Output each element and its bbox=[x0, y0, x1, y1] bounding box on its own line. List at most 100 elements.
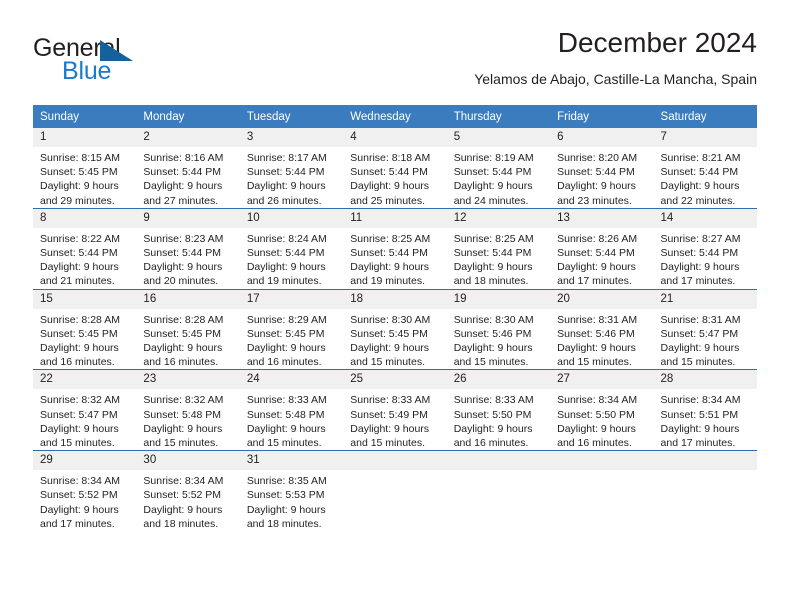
day-number: 1 bbox=[33, 128, 137, 147]
daylight-text-line1: Daylight: 9 hours bbox=[660, 180, 740, 193]
daylight-text-line1: Daylight: 9 hours bbox=[350, 261, 430, 274]
day-number: 10 bbox=[239, 208, 344, 228]
day-details: Sunrise: 8:33 AM Sunset: 5:50 PM Daylight:… bbox=[447, 389, 550, 450]
sunset-text: Sunset: 5:49 PM bbox=[350, 408, 428, 421]
day-cell[interactable]: 5 Sunrise: 8:19 AM Sunset: 5:44 PM Daylight… bbox=[446, 128, 551, 208]
daylight-text-line1: Daylight: 9 hours bbox=[143, 180, 223, 193]
daylight-text-line2: and 16 minutes. bbox=[453, 437, 529, 450]
day-number: 4 bbox=[343, 128, 447, 147]
general-blue-logo[interactable]: General Blue bbox=[33, 26, 223, 88]
daylight-text-line1: Daylight: 9 hours bbox=[246, 422, 326, 435]
day-cell[interactable]: 26 Sunrise: 8:33 AM Sunset: 5:50 PM Dayligh… bbox=[446, 369, 551, 451]
sunrise-text: Sunrise: 8:30 AM bbox=[453, 313, 534, 326]
daylight-text-line2: and 18 minutes. bbox=[143, 517, 219, 530]
sunrise-sunset-calendar: Sunday Monday Tuesday Wednesday Thursday… bbox=[33, 105, 757, 532]
day-details: Sunrise: 8:16 AM Sunset: 5:44 PM Daylight:… bbox=[136, 147, 239, 208]
day-cell[interactable]: 29 Sunrise: 8:34 AM Sunset: 5:52 PM Dayligh… bbox=[33, 450, 137, 532]
day-cell[interactable]: 16 Sunrise: 8:28 AM Sunset: 5:45 PM Dayligh… bbox=[136, 288, 240, 370]
day-cell[interactable]: 15 Sunrise: 8:28 AM Sunset: 5:45 PM Dayligh… bbox=[33, 288, 137, 370]
sunset-text: Sunset: 5:44 PM bbox=[350, 247, 428, 260]
day-cell[interactable]: 9 Sunrise: 8:23 AM Sunset: 5:44 PM Daylight… bbox=[136, 207, 240, 290]
daylight-text-line2: and 23 minutes. bbox=[557, 194, 632, 207]
day-cell[interactable]: 1 Sunrise: 8:15 AM Sunset: 5:45 PM Daylight… bbox=[33, 128, 137, 208]
daylight-text-line2: and 15 minutes. bbox=[453, 356, 529, 369]
sunrise-text: Sunrise: 8:15 AM bbox=[40, 152, 120, 164]
day-cell[interactable]: 19 Sunrise: 8:30 AM Sunset: 5:46 PM Dayligh… bbox=[446, 288, 551, 370]
day-details: Sunrise: 8:30 AM Sunset: 5:45 PM Daylight:… bbox=[343, 309, 446, 370]
daylight-text-line1: Daylight: 9 hours bbox=[660, 261, 740, 274]
day-cell[interactable]: 12 Sunrise: 8:25 AM Sunset: 5:44 PM Dayligh… bbox=[446, 207, 551, 290]
day-cell[interactable]: 30 Sunrise: 8:34 AM Sunset: 5:52 PM Dayligh… bbox=[136, 450, 240, 532]
day-details: Sunrise: 8:22 AM Sunset: 5:44 PM Daylight:… bbox=[33, 228, 136, 289]
day-cell[interactable]: 20 Sunrise: 8:31 AM Sunset: 5:46 PM Dayligh… bbox=[550, 288, 654, 370]
day-details: Sunrise: 8:33 AM Sunset: 5:48 PM Daylight:… bbox=[240, 389, 343, 450]
sunset-text: Sunset: 5:50 PM bbox=[557, 408, 635, 421]
weekday-header-monday: Monday bbox=[136, 105, 240, 128]
daylight-text-line1: Daylight: 9 hours bbox=[557, 422, 636, 435]
day-cell[interactable]: 27 Sunrise: 8:34 AM Sunset: 5:50 PM Dayligh… bbox=[550, 369, 654, 451]
day-number: 25 bbox=[343, 370, 447, 390]
day-number: 7 bbox=[653, 128, 757, 147]
day-cell[interactable]: 22 Sunrise: 8:32 AM Sunset: 5:47 PM Dayligh… bbox=[33, 369, 137, 451]
sunrise-text: Sunrise: 8:31 AM bbox=[557, 313, 638, 326]
day-cell[interactable]: 11 Sunrise: 8:25 AM Sunset: 5:44 PM Dayligh… bbox=[343, 207, 447, 290]
page-title: December 2024 bbox=[557, 27, 757, 58]
day-number: 18 bbox=[343, 289, 447, 309]
sunrise-text: Sunrise: 8:20 AM bbox=[557, 152, 638, 164]
day-cell[interactable]: 2 Sunrise: 8:16 AM Sunset: 5:44 PM Daylight… bbox=[136, 128, 240, 208]
daylight-text-line2: and 21 minutes. bbox=[40, 275, 115, 288]
daylight-text-line2: and 25 minutes. bbox=[350, 194, 425, 207]
sunrise-text: Sunrise: 8:34 AM bbox=[557, 394, 638, 407]
day-cell[interactable]: 31 Sunrise: 8:35 AM Sunset: 5:53 PM Dayligh… bbox=[239, 450, 344, 532]
sunrise-text: Sunrise: 8:28 AM bbox=[143, 313, 224, 326]
day-cell[interactable]: 28 Sunrise: 8:34 AM Sunset: 5:51 PM Dayligh… bbox=[653, 369, 757, 451]
daylight-text-line1: Daylight: 9 hours bbox=[246, 342, 326, 355]
day-number: 21 bbox=[653, 289, 757, 309]
daylight-text-line2: and 19 minutes. bbox=[246, 275, 322, 288]
daylight-text-line1: Daylight: 9 hours bbox=[246, 503, 326, 516]
daylight-text-line2: and 18 minutes. bbox=[246, 517, 322, 530]
sunrise-text: Sunrise: 8:25 AM bbox=[350, 232, 431, 245]
day-details: Sunrise: 8:17 AM Sunset: 5:44 PM Daylight:… bbox=[240, 147, 343, 208]
sunset-text: Sunset: 5:45 PM bbox=[40, 166, 118, 179]
sunrise-text: Sunrise: 8:19 AM bbox=[453, 152, 534, 164]
daylight-text-line1: Daylight: 9 hours bbox=[557, 180, 636, 193]
day-cell[interactable]: 24 Sunrise: 8:33 AM Sunset: 5:48 PM Dayligh… bbox=[239, 369, 344, 451]
daylight-text-line2: and 16 minutes. bbox=[143, 356, 219, 369]
day-cell[interactable]: 3 Sunrise: 8:17 AM Sunset: 5:44 PM Daylight… bbox=[239, 128, 344, 208]
day-cell[interactable]: 7 Sunrise: 8:21 AM Sunset: 5:44 PM Daylight… bbox=[653, 128, 757, 208]
day-cell[interactable]: 21 Sunrise: 8:31 AM Sunset: 5:47 PM Dayligh… bbox=[653, 288, 757, 370]
daylight-text-line2: and 18 minutes. bbox=[453, 275, 529, 288]
day-details: Sunrise: 8:25 AM Sunset: 5:44 PM Daylight:… bbox=[447, 228, 550, 289]
day-details: Sunrise: 8:31 AM Sunset: 5:46 PM Daylight:… bbox=[550, 309, 653, 370]
daylight-text-line2: and 20 minutes. bbox=[143, 275, 219, 288]
day-number: 28 bbox=[653, 370, 757, 390]
day-cell[interactable]: 10 Sunrise: 8:24 AM Sunset: 5:44 PM Dayligh… bbox=[239, 207, 344, 290]
daylight-text-line1: Daylight: 9 hours bbox=[350, 342, 430, 355]
daylight-text-line2: and 15 minutes. bbox=[350, 356, 425, 369]
sunrise-text: Sunrise: 8:26 AM bbox=[557, 232, 638, 245]
sunrise-text: Sunrise: 8:33 AM bbox=[350, 394, 431, 407]
daylight-text-line1: Daylight: 9 hours bbox=[453, 422, 533, 435]
daylight-text-line1: Daylight: 9 hours bbox=[660, 422, 740, 435]
day-cell[interactable]: 6 Sunrise: 8:20 AM Sunset: 5:44 PM Daylight… bbox=[550, 128, 654, 208]
weekday-header-saturday: Saturday bbox=[653, 105, 757, 128]
day-cell[interactable]: 13 Sunrise: 8:26 AM Sunset: 5:44 PM Dayligh… bbox=[550, 207, 654, 290]
sunset-text: Sunset: 5:44 PM bbox=[453, 247, 532, 260]
daylight-text-line1: Daylight: 9 hours bbox=[453, 180, 533, 193]
day-cell[interactable]: 23 Sunrise: 8:32 AM Sunset: 5:48 PM Dayligh… bbox=[136, 369, 240, 451]
daylight-text-line1: Daylight: 9 hours bbox=[453, 261, 533, 274]
day-details: Sunrise: 8:28 AM Sunset: 5:45 PM Daylight:… bbox=[33, 309, 136, 370]
daylight-text-line2: and 26 minutes. bbox=[246, 194, 322, 207]
day-cell[interactable]: 17 Sunrise: 8:29 AM Sunset: 5:45 PM Dayligh… bbox=[239, 288, 344, 370]
day-cell[interactable]: 8 Sunrise: 8:22 AM Sunset: 5:44 PM Daylight… bbox=[33, 207, 137, 290]
sunset-text: Sunset: 5:45 PM bbox=[350, 327, 428, 340]
day-cell[interactable]: 18 Sunrise: 8:30 AM Sunset: 5:45 PM Dayligh… bbox=[343, 288, 447, 370]
daylight-text-line2: and 15 minutes. bbox=[40, 437, 115, 450]
sunrise-text: Sunrise: 8:16 AM bbox=[143, 152, 224, 164]
day-cell[interactable]: 14 Sunrise: 8:27 AM Sunset: 5:44 PM Dayligh… bbox=[653, 207, 757, 290]
day-cell[interactable]: 25 Sunrise: 8:33 AM Sunset: 5:49 PM Dayligh… bbox=[343, 369, 447, 451]
day-cell[interactable]: 4 Sunrise: 8:18 AM Sunset: 5:44 PM Daylight… bbox=[343, 128, 447, 208]
sunset-text: Sunset: 5:47 PM bbox=[40, 408, 118, 421]
day-cell-empty bbox=[550, 450, 654, 532]
